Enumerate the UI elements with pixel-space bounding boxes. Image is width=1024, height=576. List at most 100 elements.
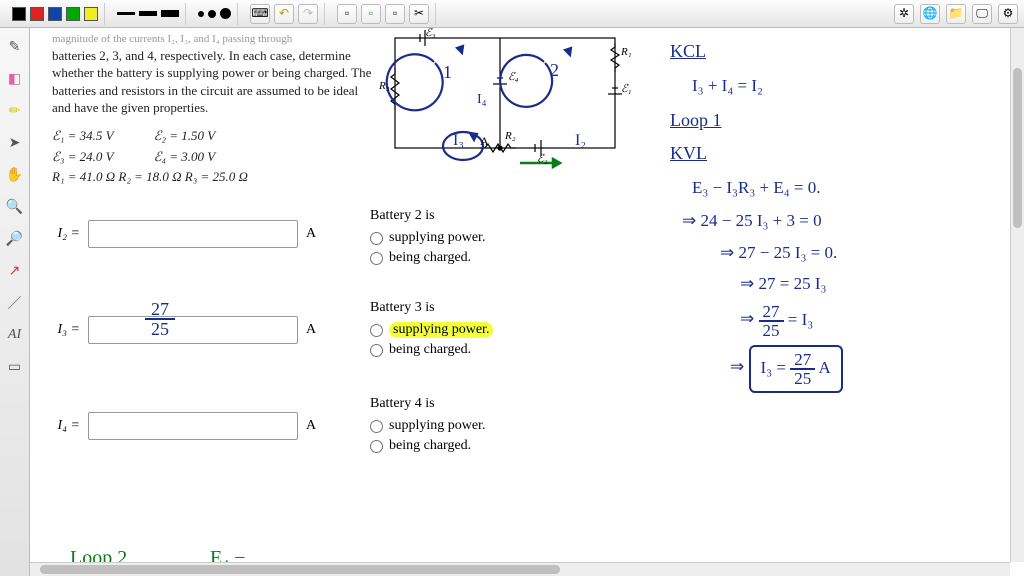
loop2-label: 2 [550,60,559,81]
problem-text: magnitude of the currents I₂, I₃, and I₄… [52,32,372,189]
step-1: 24 − 25 I₃ + 3 = 0 [682,208,1000,234]
answer-I4: I₄ = A [52,412,316,440]
dot-small[interactable] [198,11,204,17]
keyboard-icon[interactable]: ⌨ [250,4,270,24]
stroke-thin[interactable] [117,12,135,15]
value-R: R₁ = 41.0 Ω R₂ = 18.0 Ω R₃ = 25.0 Ω [52,168,248,186]
kcl-equation: I₃ + I₄ = I₂ [692,73,1000,99]
R2-label: R₂ [505,130,516,142]
E1-label: ℰ₁ [621,82,631,95]
swatch-yellow[interactable] [84,7,98,21]
text-icon[interactable]: AI [4,324,26,346]
screenshot-icon[interactable]: ✂ [409,4,429,24]
battery2-radio-supply[interactable] [370,232,383,245]
laser-icon[interactable]: ↗ [4,260,26,282]
zoom-in-icon[interactable]: 🔍 [4,196,26,218]
battery4-opt1[interactable]: supplying power. [370,418,485,434]
problem-body: batteries 2, 3, and 4, respectively. In … [52,47,372,117]
value-E3: ℰ₃ = 24.0 V [52,148,114,166]
I3-input[interactable] [88,316,298,344]
E3-label: ℰ₃ [425,28,435,39]
dot-big[interactable] [220,8,231,19]
battery4-block: Battery 4 is supplying power. being char… [370,396,485,458]
highlighter-icon[interactable]: ✏ [4,100,26,122]
monitor-icon[interactable]: 🖵 [972,4,992,24]
folder-icon[interactable]: 📁 [946,4,966,24]
battery2-opt1[interactable]: supplying power. [370,230,485,246]
swatch-green[interactable] [66,7,80,21]
I3-unit: A [306,322,316,338]
gear-icon[interactable]: ⚙ [998,4,1018,24]
battery3-radio-charge[interactable] [370,344,383,357]
tool-sidebar: ✎ ◧ ✏ ➤ ✋ 🔍 🔎 ↗ ／ AI ▭ [0,28,30,576]
value-E4: ℰ₄ = 3.00 V [154,148,216,166]
battery3-opt1[interactable]: supplying power. [370,322,493,338]
step-2: 27 − 25 I₃ = 0. [720,240,1000,266]
I2-input[interactable] [88,220,298,248]
hscroll-thumb[interactable] [40,565,560,574]
I4-label: I₄ = [52,418,80,434]
color-swatches [6,3,105,25]
rect-icon[interactable]: ▭ [4,356,26,378]
handwritten-derivation: KCL I₃ + I₄ = I₂ Loop 1 KVL E₃ − I₃R₃ + … [670,38,1000,399]
vertical-scrollbar[interactable] [1010,28,1024,562]
I4-unit: A [306,418,316,434]
battery2-title: Battery 2 is [370,208,485,224]
line-icon[interactable]: ／ [4,292,26,314]
undo-icon[interactable]: ↶ [274,4,294,24]
stroke-thick[interactable] [161,10,179,17]
answer-I2: I₂ = A [52,220,316,248]
horizontal-scrollbar[interactable] [30,562,1010,576]
hand-icon[interactable]: ✋ [4,164,26,186]
value-E1: ℰ₁ = 34.5 V [52,127,114,145]
loop1-title: Loop 1 [670,107,1000,134]
battery2-opt2[interactable]: being charged. [370,250,485,266]
I2-unit: A [306,226,316,242]
pen-icon[interactable]: ✎ [4,36,26,58]
kvl-title: KVL [670,140,1000,167]
i4-label: I₄ [477,92,487,108]
loop1-label: 1 [443,62,452,83]
pointer-icon[interactable]: ➤ [4,132,26,154]
new-page-icon[interactable]: ▫ [337,4,357,24]
battery2-radio-charge[interactable] [370,252,383,265]
E2-label: ℰ₂ [537,152,547,165]
node-A-label: A [480,134,489,149]
stroke-med[interactable] [139,11,157,16]
globe-icon[interactable]: 🌐 [920,4,940,24]
page-green-icon[interactable]: ▫ [361,4,381,24]
whiteboard-canvas[interactable]: magnitude of the currents I₂, I₃, and I₄… [30,28,1024,576]
answer-I3: I₃ = A [52,316,316,344]
E4-label: ℰ₄ [508,70,518,83]
pin-icon[interactable]: ✲ [894,4,914,24]
eraser-icon[interactable]: ◧ [4,68,26,90]
redo-icon[interactable]: ↷ [298,4,318,24]
swatch-blue[interactable] [48,7,62,21]
battery4-title: Battery 4 is [370,396,485,412]
vscroll-thumb[interactable] [1013,68,1022,228]
battery4-radio-supply[interactable] [370,420,383,433]
zoom-out-icon[interactable]: 🔎 [4,228,26,250]
battery4-opt2[interactable]: being charged. [370,438,485,454]
page-buttons: ▫ ▫ ▫ ✂ [331,3,436,25]
battery3-opt2[interactable]: being charged. [370,342,493,358]
I2-label: I₂ = [52,226,80,242]
step-3: 27 = 25 I₃ [740,271,1000,297]
dot-med[interactable] [208,10,216,18]
battery3-radio-supply[interactable] [370,324,383,337]
battery4-radio-charge[interactable] [370,440,383,453]
i2-label: I₂ [575,132,586,150]
I3-handwritten-value: 2725 [145,300,175,338]
step-4: 2725 = I₃ [740,303,1000,339]
R1-label: R₁ [621,46,632,58]
step-box: I₃ = 2725 A [730,345,1000,393]
I3-label: I₃ = [52,322,80,338]
swatch-black[interactable] [12,7,26,21]
I4-input[interactable] [88,412,298,440]
top-toolbar: ⌨ ↶ ↷ ▫ ▫ ▫ ✂ ✲ 🌐 📁 🖵 ⚙ [0,0,1024,28]
swatch-red[interactable] [30,7,44,21]
stroke-widths [111,3,186,25]
dot-sizes [192,3,238,25]
page-icon[interactable]: ▫ [385,4,405,24]
kvl-equation: E₃ − I₃R₃ + E₄ = 0. [692,175,1000,201]
